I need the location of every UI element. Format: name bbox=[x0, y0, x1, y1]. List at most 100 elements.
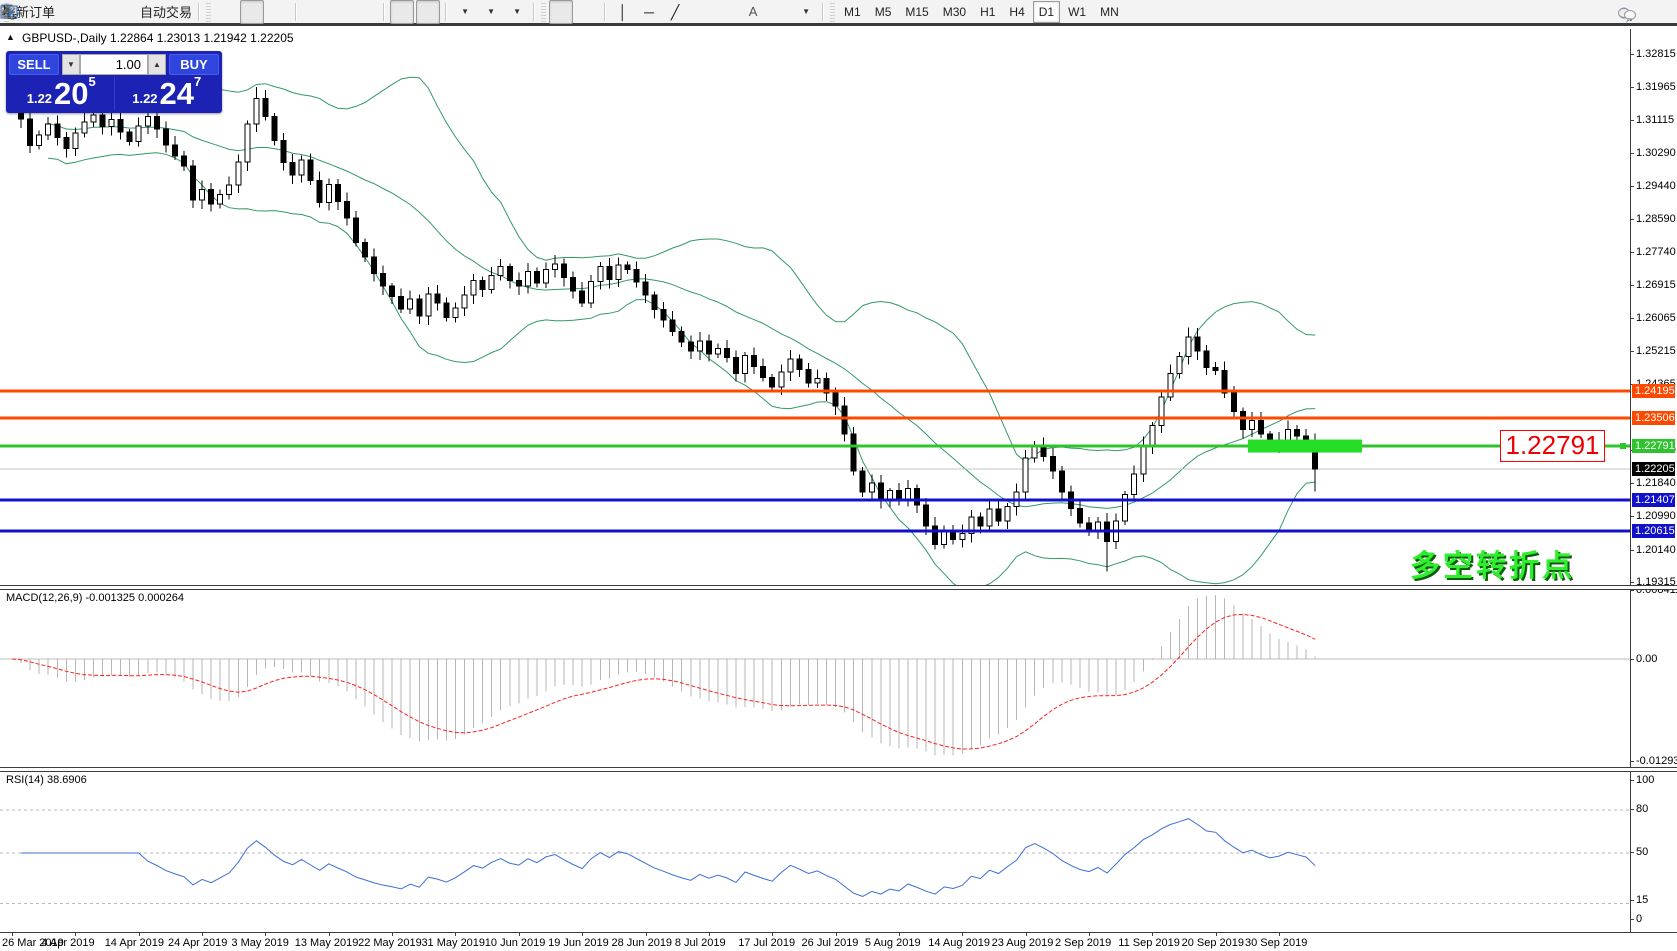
y-axis-tick: 1.21840 bbox=[1636, 477, 1676, 490]
price-level-label: 1.21407 bbox=[1632, 493, 1675, 507]
sell-price-big: 20 bbox=[54, 79, 88, 109]
label-button[interactable]: T bbox=[767, 0, 791, 24]
cursor-button[interactable] bbox=[549, 0, 573, 24]
chart-symbol-period: GBPUSD-,Daily bbox=[22, 31, 107, 45]
candlestick-chart-button[interactable] bbox=[240, 0, 264, 24]
volume-input[interactable]: 1.00 bbox=[80, 54, 148, 75]
timeframe-m15[interactable]: M15 bbox=[899, 1, 934, 23]
price-level-label: 1.22791 bbox=[1632, 439, 1675, 453]
channel-button[interactable]: E bbox=[689, 0, 713, 24]
timeframe-mn[interactable]: MN bbox=[1094, 1, 1125, 23]
sound-button[interactable] bbox=[110, 0, 134, 24]
toolbar-separator bbox=[822, 3, 824, 21]
buy-button[interactable]: BUY bbox=[169, 54, 219, 75]
tile-windows-button[interactable] bbox=[354, 0, 378, 24]
timeframe-m1[interactable]: M1 bbox=[838, 1, 867, 23]
toolbar-grip[interactable] bbox=[830, 2, 835, 22]
date-label: 31 May 2019 bbox=[421, 937, 485, 949]
time-axis-tick bbox=[772, 933, 773, 936]
date-label: 26 Jul 2019 bbox=[802, 937, 859, 949]
crosshair-button[interactable] bbox=[575, 0, 599, 24]
y-axis-tick: 1.31965 bbox=[1636, 81, 1676, 94]
vertical-line-button[interactable]: │ bbox=[611, 0, 635, 24]
chat-icon bbox=[1617, 6, 1637, 23]
sell-button[interactable]: SELL bbox=[9, 54, 59, 75]
bar-chart-button[interactable] bbox=[214, 0, 238, 24]
price-level-label: 1.20615 bbox=[1632, 524, 1675, 538]
time-axis-tick bbox=[455, 933, 456, 936]
macd-value: -0.001325 bbox=[85, 592, 135, 604]
volume-decrease-button[interactable]: ▼ bbox=[62, 54, 80, 75]
one-click-trading-panel: SELL ▼ 1.00 ▲ BUY 1.22 20 5 1.22 24 bbox=[6, 51, 222, 113]
mt4-terminal: 新订单 bbox=[0, 0, 1677, 951]
buy-price[interactable]: 1.22 24 7 bbox=[115, 76, 220, 110]
date-label: 8 Jul 2019 bbox=[675, 937, 726, 949]
arrows-button[interactable]: ▼ bbox=[793, 0, 817, 24]
time-axis-tick bbox=[836, 933, 837, 936]
horizontal-line-icon: ─ bbox=[644, 5, 654, 19]
pane-splitter[interactable] bbox=[0, 767, 1677, 772]
autotrading-button[interactable]: 自动交易 bbox=[136, 0, 193, 24]
date-label: 20 Sep 2019 bbox=[1182, 937, 1244, 949]
timeframe-w1[interactable]: W1 bbox=[1062, 1, 1092, 23]
one-click-collapse-toggle[interactable]: ▲ bbox=[6, 32, 15, 42]
time-axis-tick bbox=[139, 933, 140, 936]
timeframe-h4[interactable]: H4 bbox=[1003, 1, 1030, 23]
trendline-icon: ╱ bbox=[671, 5, 679, 19]
toolbar-separator bbox=[533, 3, 535, 21]
rsi-scale-tick: 80 bbox=[1636, 803, 1648, 816]
timeframe-m30[interactable]: M30 bbox=[937, 1, 972, 23]
y-axis-tick: 1.30290 bbox=[1636, 147, 1676, 160]
y-axis-tick: 1.32815 bbox=[1636, 48, 1676, 61]
zoom-out-button[interactable] bbox=[328, 0, 352, 24]
date-label: 5 Aug 2019 bbox=[865, 937, 921, 949]
timeframe-h1[interactable]: H1 bbox=[974, 1, 1001, 23]
indicators-button[interactable]: ▼ bbox=[452, 0, 476, 24]
turning-point-annotation[interactable]: 多空转折点 bbox=[1410, 541, 1575, 585]
periods-button[interactable]: ▼ bbox=[478, 0, 502, 24]
timeframe-m5[interactable]: M5 bbox=[869, 1, 898, 23]
pane-splitter[interactable] bbox=[0, 585, 1677, 590]
eraser-button[interactable] bbox=[58, 0, 82, 24]
date-label: 30 Sep 2019 bbox=[1245, 937, 1307, 949]
time-axis[interactable]: 26 Mar 20194 Apr 201914 Apr 201924 Apr 2… bbox=[0, 932, 1677, 951]
toolbar-separator bbox=[445, 3, 447, 21]
text-button[interactable]: A bbox=[741, 0, 765, 24]
time-axis-tick bbox=[12, 933, 13, 936]
time-axis-tick bbox=[709, 933, 710, 936]
buy-price-sup: 7 bbox=[194, 74, 201, 89]
chart-shift-button[interactable] bbox=[416, 0, 440, 24]
y-axis-tick: 1.26065 bbox=[1636, 312, 1676, 325]
time-axis-tick bbox=[519, 933, 520, 936]
timeframe-d1[interactable]: D1 bbox=[1033, 1, 1060, 23]
chat-button[interactable] bbox=[1644, 2, 1668, 26]
price-annotation-box[interactable]: 1.22791 bbox=[1500, 430, 1605, 462]
toolbar-grip[interactable] bbox=[541, 2, 546, 22]
zoom-in-button[interactable] bbox=[302, 0, 326, 24]
templates-button[interactable]: ▼ bbox=[504, 0, 528, 24]
macd-scale-zero: 0.00 bbox=[1636, 653, 1657, 666]
toolbar-separator bbox=[198, 3, 200, 21]
volume-increase-button[interactable]: ▲ bbox=[148, 54, 166, 75]
time-axis-tick bbox=[1152, 933, 1153, 936]
date-label: 2 Sep 2019 bbox=[1055, 937, 1111, 949]
y-axis-tick: 1.25215 bbox=[1636, 345, 1676, 358]
toolbar-grip[interactable] bbox=[206, 2, 211, 22]
toolbar-separator bbox=[383, 3, 385, 21]
price-axis[interactable]: 1.328151.319651.311151.302901.294401.285… bbox=[1630, 29, 1677, 951]
rsi-pane[interactable] bbox=[0, 771, 1630, 931]
price-level-label: 1.23506 bbox=[1632, 411, 1675, 425]
y-axis-tick: 1.26915 bbox=[1636, 279, 1676, 292]
rsi-scale-tick: 50 bbox=[1636, 846, 1648, 859]
sell-price[interactable]: 1.22 20 5 bbox=[9, 76, 114, 110]
horizontal-line-button[interactable]: ─ bbox=[637, 0, 661, 24]
macd-pane[interactable] bbox=[0, 588, 1630, 766]
price-chart-pane[interactable] bbox=[0, 29, 1630, 585]
fibonacci-button[interactable]: F bbox=[715, 0, 739, 24]
autoscroll-button[interactable] bbox=[390, 0, 414, 24]
line-chart-button[interactable] bbox=[266, 0, 290, 24]
trendline-button[interactable]: ╱ bbox=[663, 0, 687, 24]
macd-signal-value: 0.000264 bbox=[138, 592, 184, 604]
dropdown-arrow-icon: ▼ bbox=[487, 7, 495, 16]
chart-window-button[interactable] bbox=[84, 0, 108, 24]
